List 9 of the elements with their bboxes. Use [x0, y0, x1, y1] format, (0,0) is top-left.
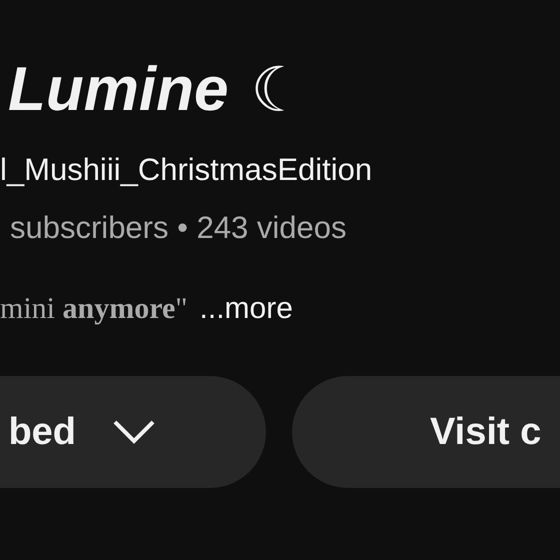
chevron-down-icon — [112, 419, 156, 445]
more-link[interactable]: ...more — [200, 292, 293, 326]
visit-button[interactable]: Visit c — [292, 376, 560, 488]
channel-description: mini anymore" — [0, 292, 188, 326]
channel-handle: l_Mushiii_ChristmasEdition — [0, 152, 374, 188]
moon-symbol: ☾ — [250, 52, 306, 126]
channel-stats: subscribers • 243 videos — [9, 210, 348, 246]
subscribed-button[interactable]: bed — [0, 376, 266, 488]
channel-name: Lumine — [8, 54, 228, 124]
